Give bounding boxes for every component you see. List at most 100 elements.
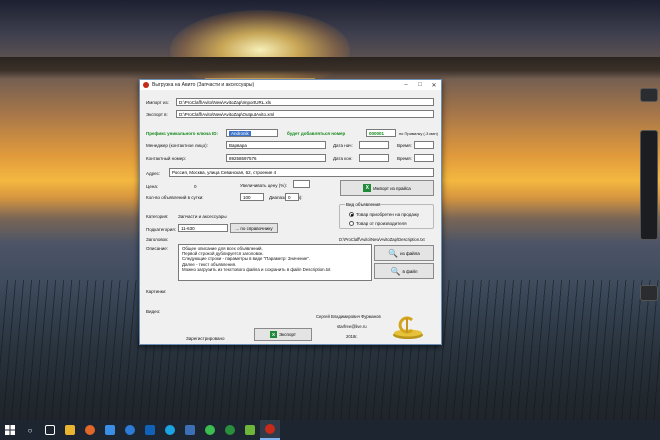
date-start-label: Дата нач: (333, 143, 353, 148)
time-end-field[interactable] (414, 154, 434, 162)
avito-exporter-button[interactable] (260, 420, 280, 440)
description-label: Описание: (146, 246, 168, 251)
added-number-field[interactable]: 000001 (366, 129, 396, 137)
date-start-field[interactable] (359, 141, 389, 149)
prefix-value: Andronik (229, 131, 251, 136)
manager-label: Менеджер (контактное лицо): (146, 143, 208, 148)
address-field[interactable]: Россия, Москва, улица Севанская, 62, стр… (169, 168, 434, 177)
magnifier-icon: 🔍 (390, 266, 401, 276)
store-icon (105, 425, 115, 435)
app-icon (143, 82, 149, 88)
start-button[interactable] (0, 420, 20, 440)
firefox-icon (85, 425, 95, 435)
whatsapp-icon (205, 425, 215, 435)
import-path-field[interactable]: D:\ProClaff\Avito\New\AvitoZap\ImportURL… (176, 98, 434, 106)
mail-button[interactable] (140, 420, 160, 440)
app-s-button[interactable] (180, 420, 200, 440)
excel-icon: X (363, 184, 372, 192)
to-file-button[interactable]: 🔍 в файл (374, 263, 434, 279)
search-button[interactable]: ○ (20, 420, 40, 440)
app-green-button[interactable] (220, 420, 240, 440)
status-text: Зарегистрировано (186, 336, 225, 341)
prefix-field[interactable]: Andronik (226, 129, 278, 137)
ads-per-day-field[interactable]: 100 (240, 193, 264, 201)
import-from-price-button[interactable]: X Импорт из прайса (340, 180, 434, 196)
ads-per-day-label: Кол-во объявлений в сутки: (146, 195, 204, 200)
desktop-gadgets (636, 60, 660, 360)
tree-line (0, 57, 660, 79)
category-label: Категория: (146, 214, 169, 219)
firefox-button[interactable] (80, 420, 100, 440)
category-value: Запчасти и аксессуары (178, 214, 227, 219)
task-view-button[interactable] (40, 420, 60, 440)
gadget-icon[interactable] (640, 88, 658, 102)
import-label: Импорт из: (146, 100, 169, 105)
skype-icon (165, 425, 175, 435)
address-label: Адрес: (146, 171, 161, 176)
radio-sale[interactable] (349, 212, 354, 217)
increase-price-field[interactable] (293, 180, 310, 188)
export-label: Экспорт в: (146, 112, 168, 117)
skype-button[interactable] (160, 420, 180, 440)
app-green-icon (225, 425, 235, 435)
gadget-panel (640, 130, 658, 240)
radio-manufacturer-label: Товар от производителя (356, 221, 407, 226)
ad-type-group: Вид объявления Товар приобретен на прода… (339, 202, 434, 229)
export-button-label: Экспорт (279, 332, 296, 337)
date-end-field[interactable] (359, 154, 389, 162)
edge-icon (125, 425, 135, 435)
radio-manufacturer[interactable] (349, 221, 354, 226)
edge-button[interactable] (120, 420, 140, 440)
search-icon: ○ (27, 425, 33, 435)
video-label: Видео: (146, 309, 161, 314)
price-label: Цена: (146, 184, 159, 189)
whatsapp-button[interactable] (200, 420, 220, 440)
app-flower-button[interactable] (240, 420, 260, 440)
app-s-icon (185, 425, 195, 435)
manager-field[interactable]: Варвара (226, 141, 326, 149)
price-value: 0 (194, 184, 197, 189)
increase-price-label: Увеличивать цену (%): (240, 183, 287, 188)
subcategory-field[interactable]: 11-630 (178, 224, 228, 232)
range-field[interactable]: 0 (285, 193, 299, 201)
prefix-label: Префикс уникального ключа ID: (146, 131, 218, 136)
taskbar: ○ (0, 420, 660, 440)
gadget-icon[interactable] (640, 285, 658, 301)
description-line: Можно загрузить из текстового файла и со… (182, 266, 331, 272)
excel-icon: X (270, 331, 278, 338)
author-year: 2018г. (346, 334, 358, 339)
per-list-label: по Привилку (-3 мин) (399, 131, 438, 136)
export-button[interactable]: X Экспорт (254, 328, 312, 341)
magnifier-icon: 🔍 (388, 248, 399, 258)
mail-icon (145, 425, 155, 435)
radio-sale-label: Товар приобретен на продажу (356, 212, 420, 217)
maximize-button[interactable]: □ (413, 80, 427, 90)
time-label-1: Время: (397, 143, 412, 148)
task-view-icon (45, 425, 55, 435)
time-label-2: Время: (397, 156, 412, 161)
added-number-label: будет добавляться номер (287, 131, 346, 136)
dictionary-button[interactable]: ... по справочнику (230, 223, 278, 233)
window-title: Выгрузка на Авито (Запчасти и аксессуары… (152, 82, 255, 88)
date-end-label: Дата кон: (333, 156, 353, 161)
time-start-field[interactable] (414, 141, 434, 149)
minimize-button[interactable]: – (399, 80, 413, 90)
pictures-label: Картинки: (146, 289, 167, 294)
file-explorer-button[interactable] (60, 420, 80, 440)
logo-icon (390, 316, 426, 340)
import-from-price-label: Импорт из прайса (373, 185, 411, 191)
flower-icon (245, 425, 255, 435)
to-file-label: в файл (402, 268, 418, 274)
phone-field[interactable]: 89258597576 (226, 154, 326, 162)
title-bar[interactable]: Выгрузка на Авито (Запчасти и аксессуары… (140, 80, 441, 90)
avito-export-window: Выгрузка на Авито (Запчасти и аксессуары… (139, 79, 442, 345)
store-button[interactable] (100, 420, 120, 440)
close-button[interactable]: ✕ (427, 80, 441, 90)
from-file-button[interactable]: 🔍 из файла (374, 245, 434, 261)
description-path: D:\ProClaff\Avito\New\AvitoZap\Descripti… (339, 237, 425, 242)
author-name: Сергей Владимирович Фурманов (316, 314, 381, 319)
avito-exporter-icon (265, 424, 275, 434)
export-path-field[interactable]: D:\ProClaff\Avito\New\AvitoZap\OutputAvi… (176, 110, 434, 118)
description-memo[interactable]: Общее описание для всех объявлений. Перв… (178, 244, 372, 281)
subcategory-label: Подкатегория: (146, 227, 176, 232)
